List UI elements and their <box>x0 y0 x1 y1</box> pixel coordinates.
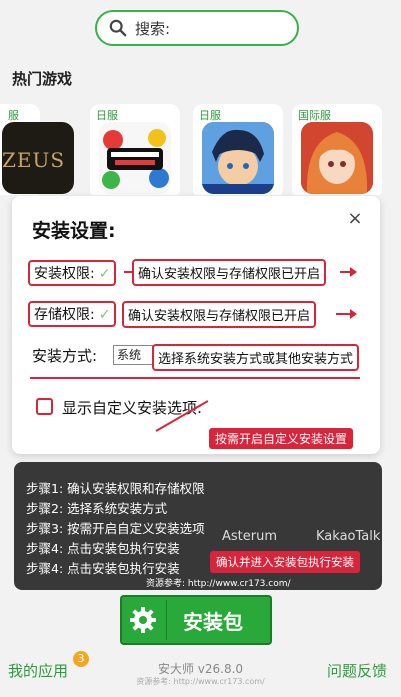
storage-permission-note: 确认安装权限与存储权限已开启 <box>122 301 317 328</box>
game-card[interactable]: 日服 <box>90 104 180 195</box>
game-region-tag: 国际服 <box>298 109 331 122</box>
install-permission-label: 安装权限: ✓ <box>28 260 117 286</box>
game-icon: ZEUS <box>2 122 74 194</box>
check-icon: ✓ <box>98 266 111 282</box>
step-item: 步骤4: 点击安装包执行安装 <box>26 541 180 556</box>
step-item: 步骤4: 点击安装包执行安装 <box>26 561 180 576</box>
install-package-button[interactable]: 安装包 <box>120 595 272 645</box>
custom-install-checkbox[interactable] <box>36 398 53 415</box>
game-region-tag: 日服 <box>199 109 221 122</box>
step-item: 步骤2: 选择系统安装方式 <box>26 501 168 516</box>
game-icon <box>301 122 373 194</box>
app-name: Asterum <box>222 529 278 544</box>
divider <box>166 600 167 640</box>
app-name: KakaoTalk <box>316 529 381 544</box>
game-region-tag: 服 <box>8 109 19 122</box>
game-icon <box>99 122 171 194</box>
search-icon <box>109 19 127 37</box>
game-region-tag: 日服 <box>96 109 118 122</box>
game-card[interactable]: 服 ZEUS <box>0 104 74 195</box>
annotation-arrow <box>336 309 357 319</box>
custom-install-note: 按需开启自定义安装设置 <box>209 428 354 449</box>
step-item: 步骤1: 确认安装权限和存储权限 <box>26 481 205 496</box>
steps-overlay: Asterum KakaoTalk 步骤1: 确认安装权限和存储权限 步骤2: … <box>14 462 382 590</box>
step-item: 步骤3: 按需开启自定义安装选项 <box>26 521 205 536</box>
search-input[interactable]: 搜索: <box>95 10 299 46</box>
install-permission-note: 确认安装权限与存储权限已开启 <box>132 259 327 286</box>
install-settings-dialog: 安装设置: × 安装权限: ✓ 确认安装权限与存储权限已开启 存储权限: ✓ 确认安… <box>12 196 380 454</box>
check-icon: ✓ <box>98 307 111 323</box>
install-method-select[interactable]: 系统 <box>113 345 153 365</box>
install-method-note: 选择系统安装方式或其他安装方式 <box>152 344 360 371</box>
execute-install-note: 确认并进入安装包执行安装 <box>210 551 360 573</box>
game-icon <box>202 122 274 194</box>
gear-icon <box>120 598 166 642</box>
close-icon[interactable]: × <box>344 208 366 230</box>
storage-permission-label: 存储权限: ✓ <box>28 301 117 327</box>
section-title-hot-games: 热门游戏 <box>12 70 73 88</box>
search-placeholder: 搜索: <box>135 19 171 38</box>
game-card[interactable]: 国际服 <box>292 104 382 195</box>
annotation-arrow <box>340 267 357 277</box>
install-method-label: 安装方式: <box>32 347 98 365</box>
dialog-title: 安装设置: <box>32 220 116 242</box>
feedback-link[interactable]: 问题反馈 <box>327 660 387 681</box>
hot-games-list: 服 ZEUS 日服 日服 国际服 <box>0 100 401 195</box>
divider <box>30 377 360 379</box>
install-package-label: 安装包 <box>183 609 243 634</box>
game-card[interactable]: 日服 <box>193 104 283 195</box>
reference-link: 资源参考: http://www.cr173.com/ <box>146 579 291 589</box>
